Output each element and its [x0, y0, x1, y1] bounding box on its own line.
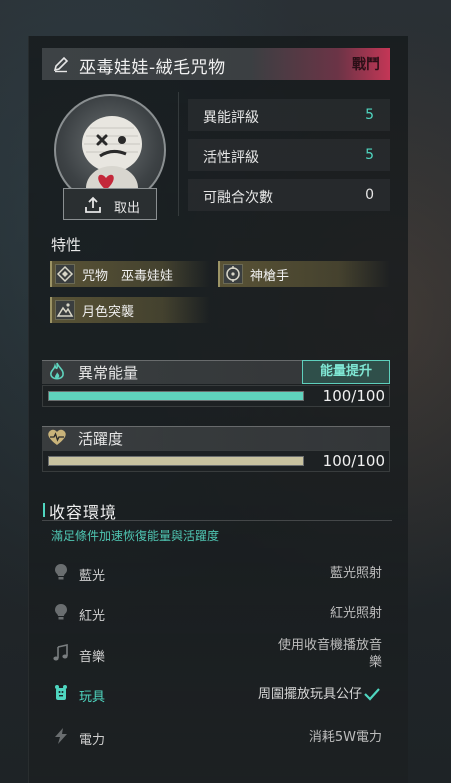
stat-label: 活性評級	[203, 150, 259, 166]
activity-bar: 100/100	[42, 450, 390, 472]
item-name: 巫毒娃娃-絨毛咒物	[79, 58, 226, 78]
activity-bar-fill	[49, 457, 303, 465]
crosshair-icon	[223, 264, 243, 284]
stat-label: 可融合次數	[203, 190, 273, 206]
check-icon	[364, 688, 380, 701]
lightbulb-icon	[55, 564, 67, 580]
flame-icon	[50, 362, 64, 380]
combat-tag: 戰鬥	[352, 57, 380, 73]
diamond-icon	[55, 264, 75, 284]
activity-title: 活躍度	[78, 430, 124, 448]
env-item-desc: 周圍擺放玩具公仔	[257, 687, 362, 702]
energy-bar-fill	[49, 392, 303, 400]
energy-bar: 100/100	[42, 385, 390, 407]
stat-activity-rank: 活性評級 5	[188, 139, 390, 171]
env-item-name: 玩具	[79, 690, 106, 705]
take-out-button[interactable]: 取出	[63, 188, 157, 220]
energy-boost-button[interactable]: 能量提升	[302, 360, 390, 384]
activity-value: 100/100	[322, 452, 385, 470]
trait-label: 月色突襲	[82, 305, 135, 320]
stat-value: 5	[365, 107, 374, 123]
music-note-icon	[53, 644, 68, 661]
env-item-name: 紅光	[79, 609, 106, 624]
trait-item[interactable]: 神槍手	[218, 261, 390, 287]
env-item-desc: 消耗5W電力	[308, 730, 382, 745]
trait-item[interactable]: 月色突襲	[50, 297, 210, 323]
env-item-name: 藍光	[79, 569, 106, 584]
lightbulb-icon	[55, 604, 67, 620]
mountain-icon	[55, 300, 75, 320]
energy-value: 100/100	[322, 387, 385, 405]
stat-value: 5	[365, 147, 374, 163]
energy-title: 異常能量	[78, 364, 139, 382]
env-item-desc: 藍光照射	[329, 566, 382, 581]
env-item-name: 電力	[79, 733, 106, 748]
edit-pencil-icon[interactable]	[52, 55, 70, 73]
trait-label: 咒物 巫毒娃娃	[82, 269, 174, 284]
divider	[178, 92, 179, 216]
env-item-desc: 使用收音機播放音樂	[277, 638, 382, 670]
lightning-icon	[55, 728, 67, 744]
section-marker	[43, 503, 45, 517]
stat-value: 0	[365, 187, 374, 203]
toy-icon	[55, 685, 67, 700]
divider	[42, 520, 392, 521]
env-item-name: 音樂	[79, 650, 106, 665]
environment-subtitle: 滿足條件加速恢復能量與活躍度	[51, 529, 220, 543]
item-header: 巫毒娃娃-絨毛咒物 戰鬥	[42, 48, 390, 80]
take-out-label: 取出	[114, 201, 141, 216]
stat-label: 異能評級	[203, 110, 259, 126]
trait-item[interactable]: 咒物 巫毒娃娃	[50, 261, 210, 287]
heart-pulse-icon	[48, 429, 66, 445]
trait-label: 神槍手	[250, 269, 290, 284]
env-item-desc: 紅光照射	[329, 606, 382, 621]
upload-icon	[85, 196, 101, 213]
traits-title: 特性	[51, 236, 82, 254]
stat-ability-rank: 異能評級 5	[188, 99, 390, 131]
stat-fusion-count: 可融合次數 0	[188, 179, 390, 211]
